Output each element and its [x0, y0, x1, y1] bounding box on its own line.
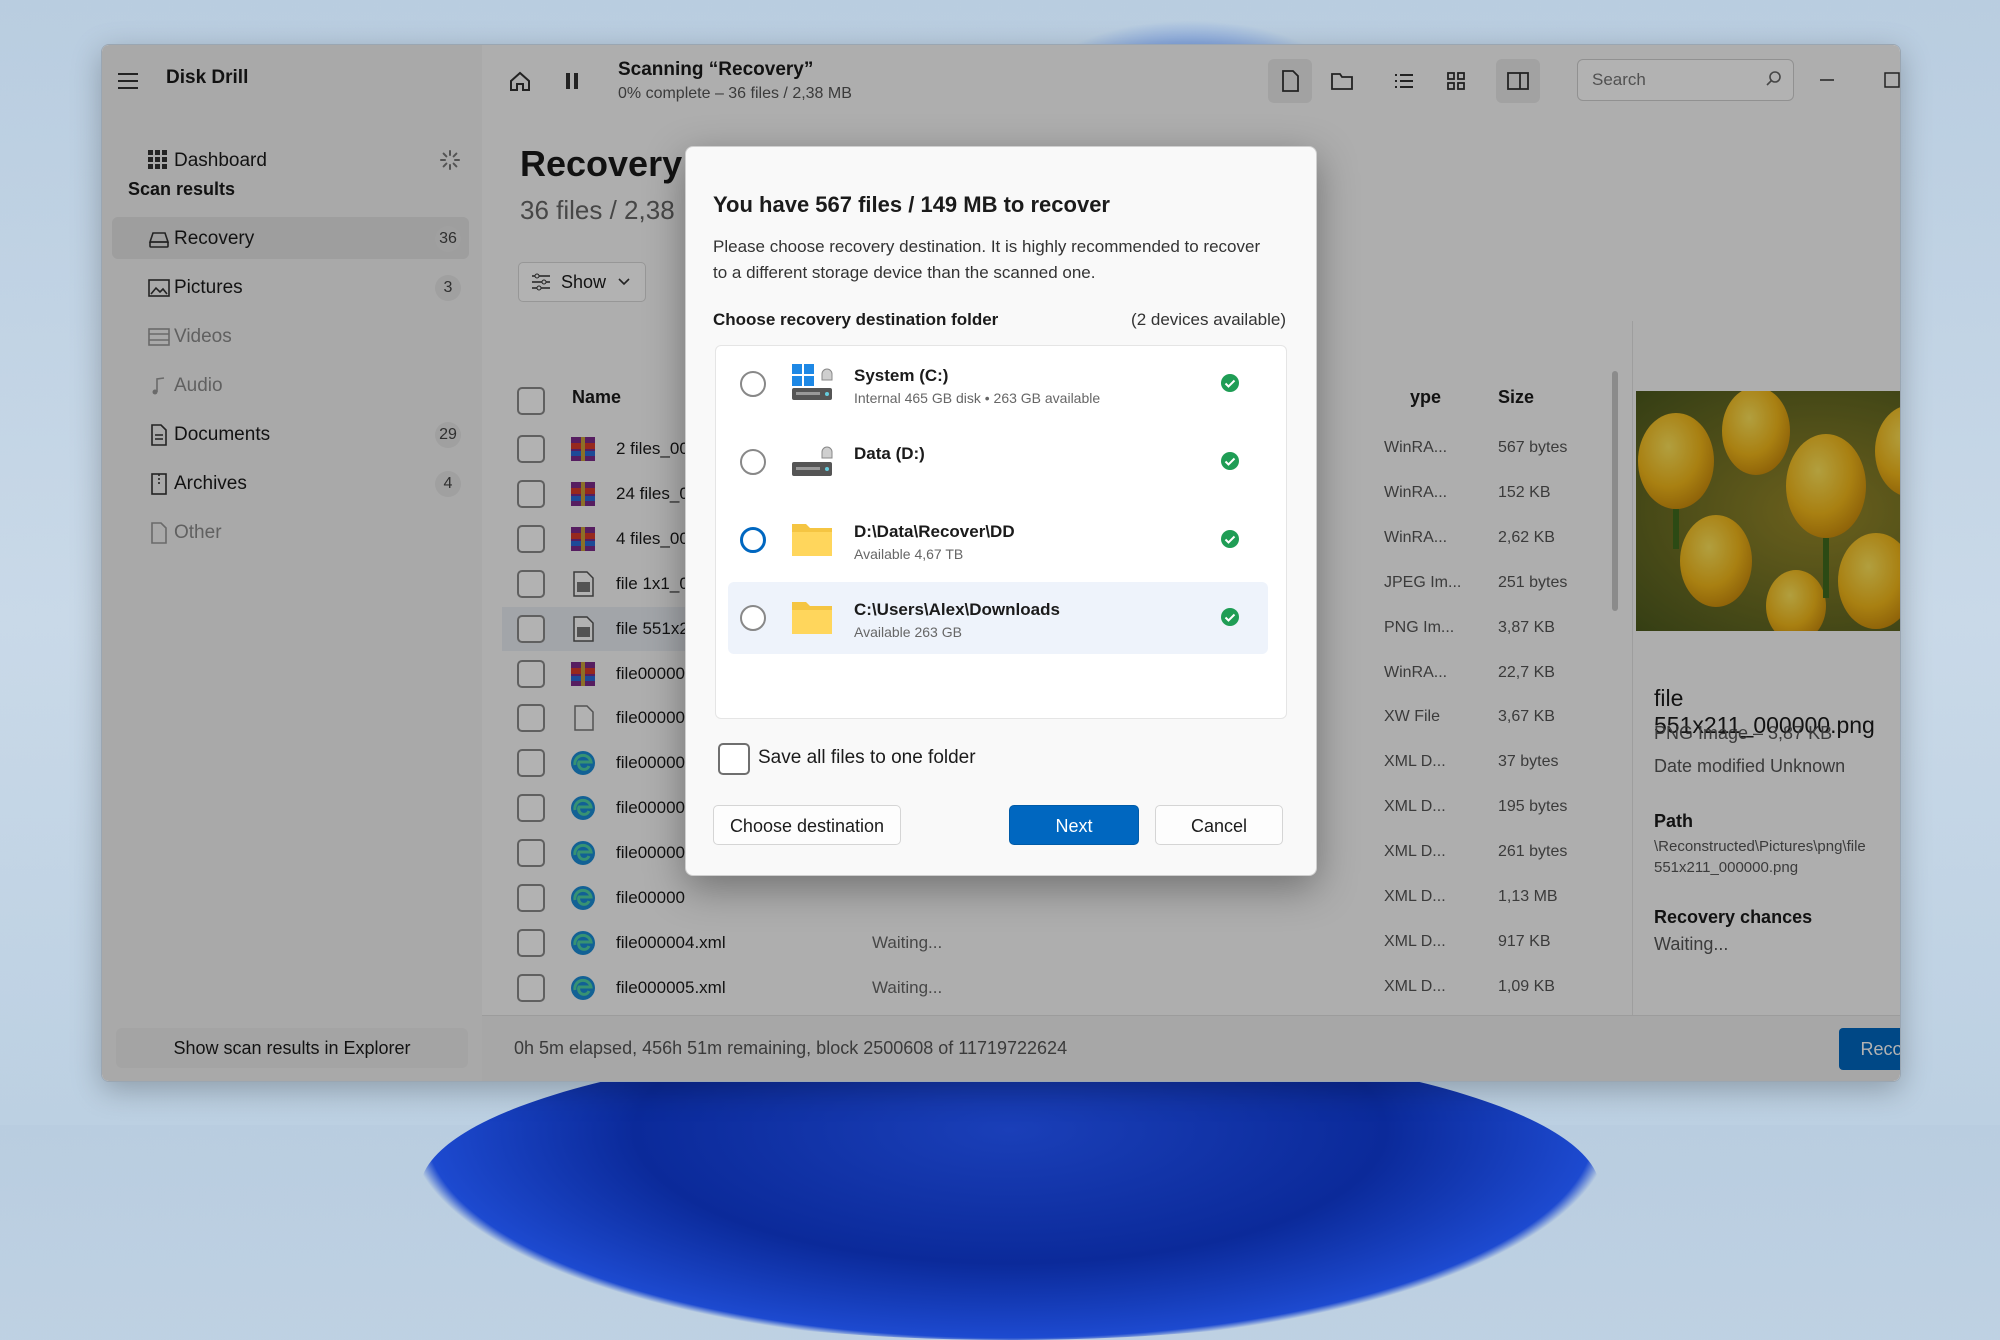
next-button[interactable]: Next	[1009, 805, 1139, 845]
dialog-description: Please choose recovery destination. It i…	[713, 237, 1261, 282]
destination-system-c[interactable]: System (C:) Internal 465 GB disk • 263 G…	[728, 348, 1268, 420]
destination-radio[interactable]	[740, 605, 766, 631]
save-one-folder-checkbox[interactable]	[718, 743, 750, 775]
destination-list: System (C:) Internal 465 GB disk • 263 G…	[715, 345, 1287, 719]
destination-recover-dd[interactable]: D:\Data\Recover\DD Available 4,67 TB	[728, 504, 1268, 576]
destination-downloads[interactable]: C:\Users\Alex\Downloads Available 263 GB	[728, 582, 1268, 654]
destination-radio-selected[interactable]	[740, 527, 766, 553]
destination-radio[interactable]	[740, 371, 766, 397]
check-circle-icon	[1220, 451, 1240, 471]
save-one-folder-label[interactable]: Save all files to one folder	[758, 747, 976, 769]
destination-data-d[interactable]: Data (D:)	[728, 426, 1268, 498]
dialog-title: You have 567 files / 149 MB to recover	[713, 192, 1110, 217]
destination-name: System (C:)	[854, 366, 949, 385]
devices-available-count: (2 devices available)	[1131, 310, 1286, 329]
folder-icon	[790, 518, 836, 560]
destination-name: D:\Data\Recover\DD	[854, 522, 1015, 541]
folder-icon	[790, 596, 836, 638]
check-circle-icon	[1220, 529, 1240, 549]
choose-destination-button[interactable]: Choose destination	[713, 805, 901, 845]
drive-icon	[790, 440, 836, 482]
destination-heading: Choose recovery destination folder	[713, 310, 999, 329]
check-circle-icon	[1220, 373, 1240, 393]
destination-detail: Available 263 GB	[854, 624, 962, 640]
destination-detail: Available 4,67 TB	[854, 546, 964, 562]
destination-detail: Internal 465 GB disk • 263 GB available	[854, 390, 1101, 406]
cancel-button[interactable]: Cancel	[1155, 805, 1283, 845]
destination-radio[interactable]	[740, 449, 766, 475]
check-circle-icon	[1220, 607, 1240, 627]
wallpaper-swirl	[420, 1040, 1600, 1340]
modal-backdrop-sidebar	[102, 45, 482, 1081]
recovery-destination-dialog: You have 567 files / 149 MB to recover P…	[685, 146, 1317, 876]
windows-drive-icon	[790, 362, 836, 404]
destination-name: C:\Users\Alex\Downloads	[854, 600, 1060, 619]
destination-name: Data (D:)	[854, 444, 925, 463]
